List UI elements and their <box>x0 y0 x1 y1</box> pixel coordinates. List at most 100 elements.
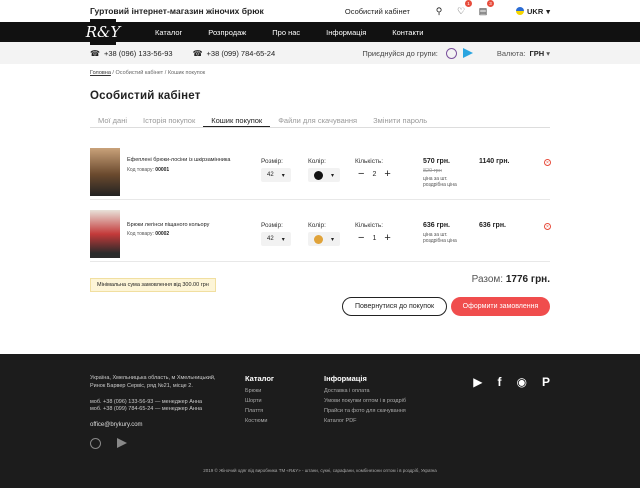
minus-icon[interactable]: − <box>358 169 364 180</box>
tab-history[interactable]: Історія покупок <box>135 116 203 127</box>
breadcrumb: Головна / Особистий кабінет / Кошик поку… <box>90 70 206 76</box>
footer-info-title: Інформація <box>324 374 367 383</box>
total-value: 1776 грн. <box>505 274 550 285</box>
chevron-down-icon: ▾ <box>281 172 285 179</box>
pinterest-icon[interactable]: P <box>542 375 550 389</box>
code-value: 00001 <box>155 167 170 173</box>
remove-icon[interactable]: × <box>544 159 551 166</box>
footer-email[interactable]: office@brykury.com <box>90 422 143 428</box>
footer-link[interactable]: Плаття <box>245 408 274 414</box>
breadcrumb-current: Кошик покупок <box>167 70 206 76</box>
checkout-button[interactable]: Оформити замовлення <box>451 297 550 316</box>
tab-cart[interactable]: Кошик покупок <box>203 116 271 127</box>
telegram-icon[interactable] <box>117 438 127 448</box>
cart-icon[interactable]: ▤ 3 <box>476 0 494 18</box>
nav-contacts[interactable]: Контакти <box>392 28 423 37</box>
continue-shopping-button[interactable]: Повернутися до покупок <box>342 297 447 316</box>
plus-icon[interactable]: + <box>384 233 390 244</box>
code-label: Код товару: <box>127 167 154 173</box>
size-label: Розмір: <box>261 158 283 165</box>
breadcrumb-home[interactable]: Головна <box>90 70 111 76</box>
phone-icon: ☎ <box>192 48 203 58</box>
cart-total: Разом: 1776 грн. <box>472 274 550 285</box>
page-title: Особистий кабінет <box>90 90 201 102</box>
tab-my-data[interactable]: Мої дані <box>90 116 135 127</box>
minus-icon[interactable]: − <box>358 233 364 244</box>
footer-address: Україна, Хмельницька область, м Хмельниц… <box>90 375 216 390</box>
chevron-down-icon: ▾ <box>281 236 285 243</box>
footer-catalog: Каталог Брюки Шорти Плаття Костюми <box>245 374 274 428</box>
cart-item: Ефеплені брюки-лосіни із шкірзамінника К… <box>90 148 551 200</box>
telegram-icon[interactable] <box>462 48 473 58</box>
nav-catalog[interactable]: Каталог <box>155 28 182 37</box>
nav-sale[interactable]: Розпродаж <box>208 28 246 37</box>
currency-select[interactable]: Валюта: ГРН ▾ <box>497 49 550 58</box>
color-label: Колір: <box>308 158 326 165</box>
size-select[interactable]: 42 ▾ <box>261 232 291 246</box>
footer-link[interactable]: Прайси та фото для скачування <box>324 408 406 414</box>
price-note: ціна за шт. роздрібна ціна <box>423 232 457 245</box>
color-select[interactable]: ▾ <box>308 232 341 246</box>
youtube-icon[interactable]: ▶ <box>473 375 482 389</box>
logo[interactable]: R&Y <box>86 19 120 45</box>
color-select[interactable]: ▾ <box>308 168 341 182</box>
contact-bar: ☎ +38 (096) 133-56-93 ☎ +38 (099) 784-65-2… <box>0 42 640 64</box>
join-group-label: Приєднуйся до групи: <box>362 48 438 58</box>
qty-value[interactable]: 1 <box>372 235 376 242</box>
footer-link[interactable]: Умови покупки оптом і в роздріб <box>324 398 406 404</box>
search-icon[interactable]: ⚲ <box>432 4 446 18</box>
phone-1[interactable]: +38 (096) 133-56-93 <box>104 49 173 58</box>
footer-link[interactable]: Костюми <box>245 418 274 424</box>
tab-files[interactable]: Файли для скачування <box>270 116 365 127</box>
viber-icon[interactable] <box>90 438 101 449</box>
cart-badge: 3 <box>486 0 494 7</box>
product-image[interactable] <box>90 148 120 196</box>
viber-icon[interactable] <box>445 47 457 59</box>
quantity-stepper: − 2 + <box>358 169 391 180</box>
qty-value[interactable]: 2 <box>372 171 376 178</box>
product-name[interactable]: Ефеплені брюки-лосіни із шкірзамінника <box>127 157 247 165</box>
unit-price: 636 грн. <box>423 222 450 229</box>
footer-link[interactable]: Доставка і оплата <box>324 388 406 394</box>
account-link[interactable]: Особистий кабінет <box>345 7 410 16</box>
product-code: Код товару: 00001 <box>127 167 169 173</box>
cart-item: Брюки легінси піщаного кольору Код товар… <box>90 210 551 262</box>
footer-link[interactable]: Брюки <box>245 388 274 394</box>
line-total: 1140 грн. <box>479 158 510 165</box>
chevron-down-icon: ▾ <box>331 236 335 243</box>
min-order-notice: Мінімальна сума замовлення від 300.00 гр… <box>90 278 216 292</box>
footer-link[interactable]: Каталог PDF <box>324 418 406 424</box>
size-select[interactable]: 42 ▾ <box>261 168 291 182</box>
product-code: Код товару: 00002 <box>127 231 169 237</box>
footer: Україна, Хмельницька область, м Хмельниц… <box>0 354 640 488</box>
plus-icon[interactable]: + <box>384 169 390 180</box>
product-name[interactable]: Брюки легінси піщаного кольору <box>127 222 247 230</box>
main-nav: R&Y Каталог Розпродаж Про нас Інформація… <box>0 19 640 45</box>
size-value: 42 <box>267 236 274 242</box>
nav-about[interactable]: Про нас <box>272 28 300 37</box>
phone-2[interactable]: +38 (099) 784-65-24 <box>207 49 276 58</box>
instagram-icon[interactable]: ◉ <box>517 375 527 389</box>
facebook-icon[interactable]: f <box>498 375 502 389</box>
total-label: Разом: <box>471 274 504 285</box>
heart-icon[interactable]: ♡ 1 <box>454 0 472 18</box>
color-label: Колір: <box>308 222 326 229</box>
footer-phone-2[interactable]: моб. +38 (099) 784-65-24 — менеджер Анна <box>90 406 202 412</box>
nav-info[interactable]: Інформація <box>326 28 366 37</box>
product-image[interactable] <box>90 210 120 258</box>
phone-icon: ☎ <box>90 48 100 58</box>
price-note: ціна за шт. роздрібна ціна <box>423 176 457 189</box>
footer-link[interactable]: Шорти <box>245 398 274 404</box>
tab-password[interactable]: Змінити пароль <box>365 116 435 127</box>
language-select[interactable]: UKR ▾ <box>515 7 550 16</box>
qty-label: Кількість: <box>355 222 384 229</box>
chevron-down-icon: ▾ <box>331 172 335 179</box>
breadcrumb-account[interactable]: Особистий кабінет <box>116 70 164 76</box>
footer-phone-1[interactable]: моб. +38 (096) 133-56-93 — менеджер Анна <box>90 399 202 405</box>
size-label: Розмір: <box>261 222 283 229</box>
color-swatch <box>314 234 323 244</box>
color-swatch <box>314 170 323 180</box>
footer-info: Інформація Доставка і оплата Умови покуп… <box>324 374 406 428</box>
social-links: ▶ f ◉ P <box>473 375 550 389</box>
remove-icon[interactable]: × <box>544 223 551 230</box>
